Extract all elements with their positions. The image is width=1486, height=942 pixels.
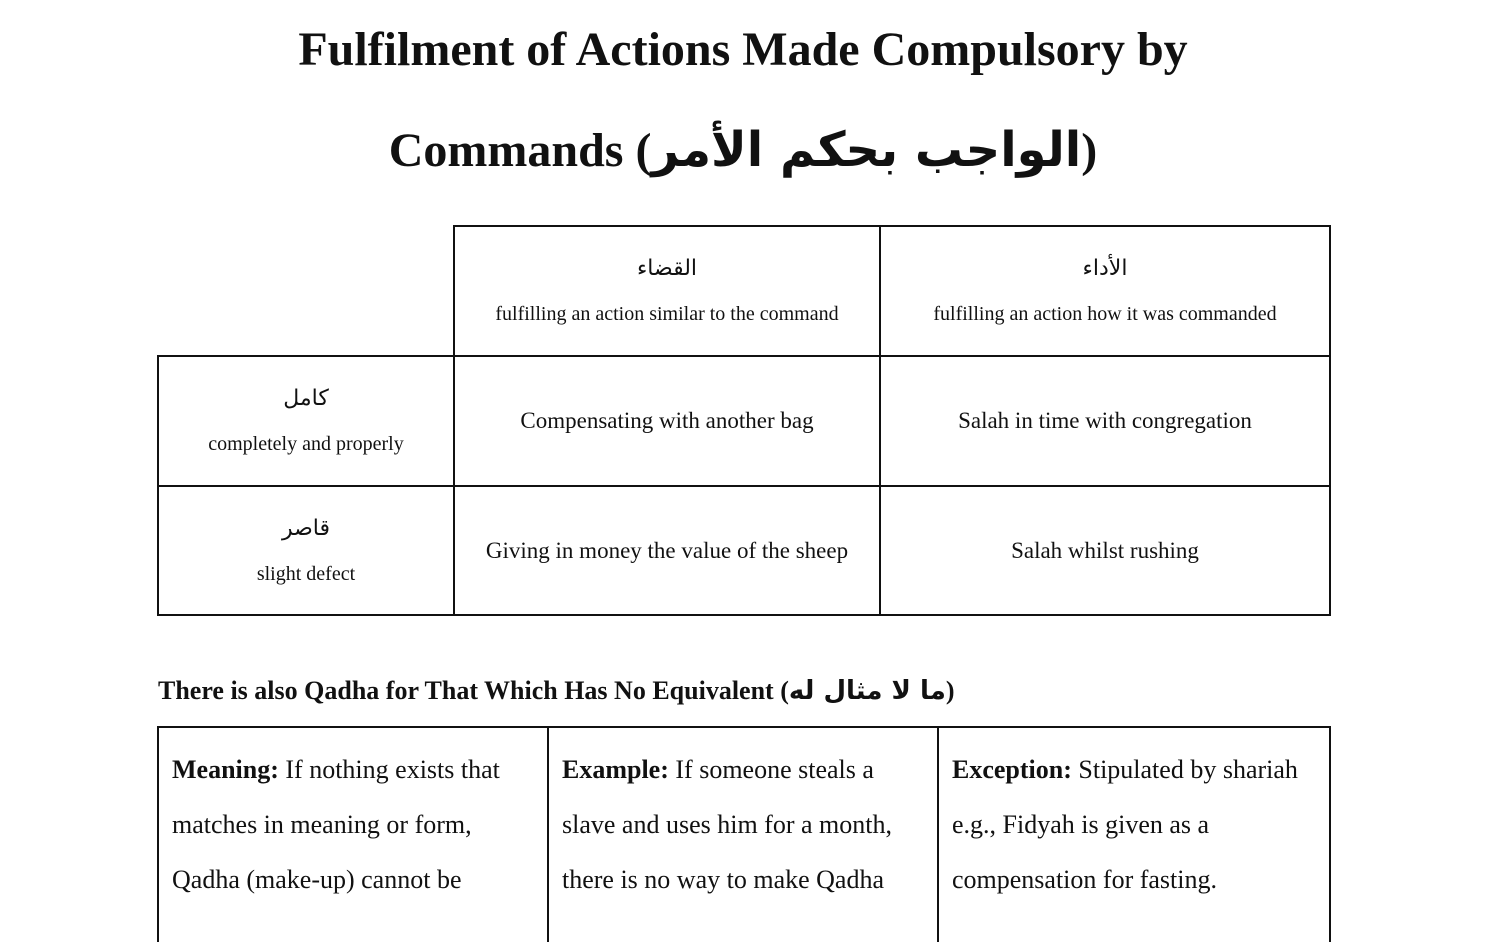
fulfilment-table: القضاء fulfilling an action similar to t…: [157, 225, 1331, 616]
section-heading: There is also Qadha for That Which Has N…: [158, 676, 954, 706]
column-header-meaning: fulfilling an action similar to the comm…: [495, 303, 839, 325]
table-row-kamil: كامل completely and properly Compensatin…: [157, 355, 1331, 487]
exception-note: Exception: Stipulated by shariah e.g., F…: [937, 726, 1331, 942]
exception-label: Exception:: [952, 755, 1072, 784]
row-header-meaning: slight defect: [256, 562, 356, 585]
row-header-qasir: قاصر slight defect: [157, 485, 455, 616]
table-corner-cell: [158, 226, 455, 357]
meaning-label: Meaning:: [172, 755, 279, 784]
page-title-line-1: Fulfilment of Actions Made Compulsory by: [298, 23, 1188, 76]
example-note: Example: If someone steals a slave and u…: [547, 726, 939, 942]
row-header-kamil: كامل completely and properly: [157, 355, 455, 487]
section-heading-arabic: ما لا مثال له: [788, 676, 946, 706]
table-row-qasir: قاصر slight defect Giving in money the v…: [157, 485, 1331, 616]
table-header-row: القضاء fulfilling an action similar to t…: [158, 225, 1331, 357]
table-cell: Salah whilst rushing: [879, 485, 1331, 616]
section-heading-suffix: ): [945, 676, 955, 705]
title-prefix: Commands (: [388, 124, 652, 177]
column-header-ada: الأداء fulfilling an action how it was c…: [879, 225, 1331, 357]
table-cell: Compensating with another bag: [453, 355, 881, 487]
example-label: Example:: [562, 755, 669, 784]
table-cell: Giving in money the value of the sheep: [453, 485, 881, 616]
title-suffix: ): [1081, 124, 1098, 177]
column-header-arabic: القضاء: [636, 256, 698, 281]
column-header-meaning: fulfilling an action how it was commande…: [933, 303, 1277, 325]
meaning-note: Meaning: If nothing exists that matches …: [157, 726, 549, 942]
column-header-qadha: القضاء fulfilling an action similar to t…: [453, 225, 881, 357]
row-header-arabic: قاصر: [281, 515, 331, 541]
table-cell: Salah in time with congregation: [879, 355, 1331, 487]
row-header-meaning: completely and properly: [208, 433, 404, 455]
column-header-arabic: الأداء: [1082, 256, 1128, 281]
notes-row: Meaning: If nothing exists that matches …: [157, 726, 1331, 942]
section-heading-prefix: There is also Qadha for That Which Has N…: [158, 676, 789, 705]
row-header-arabic: كامل: [283, 386, 329, 411]
qadha-notes-table: Meaning: If nothing exists that matches …: [157, 726, 1331, 942]
page-title-line-2: Commands (الواجب بحكم الأمر): [0, 126, 1486, 175]
title-arabic: الواجب بحكم الأمر: [651, 122, 1082, 178]
